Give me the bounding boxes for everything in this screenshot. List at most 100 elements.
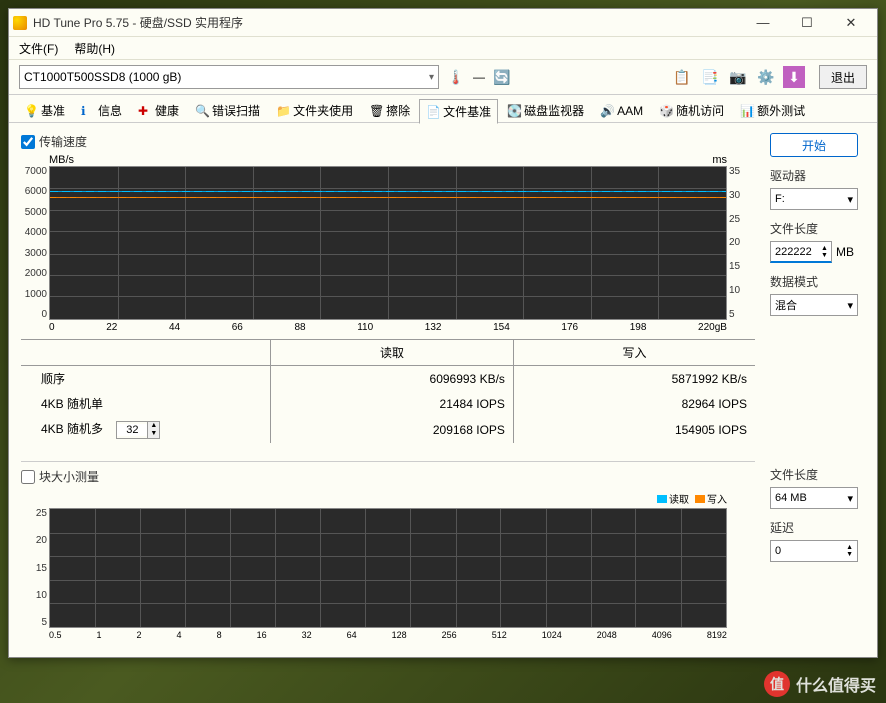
search-icon: 🔍 <box>195 104 209 118</box>
tab-health[interactable]: ✚健康 <box>131 98 186 123</box>
delay-spinner[interactable]: ▲▼ <box>770 540 858 562</box>
tab-info[interactable]: ℹ信息 <box>74 98 129 123</box>
folder-icon: 📁 <box>276 104 290 118</box>
queue-depth-input[interactable] <box>117 424 147 436</box>
col-read: 读取 <box>271 340 514 366</box>
delay-input[interactable] <box>775 545 835 557</box>
drive-selected: CT1000T500SSD8 (1000 gB) <box>24 70 181 84</box>
chart2-xaxis: 0.512481632641282565121024204840968192 <box>21 628 755 640</box>
main-toolbar: CT1000T500SSD8 (1000 gB) ▾ 🌡️ — 🔄 📋 📑 📷 … <box>9 59 877 95</box>
content-area: 传输速度 MB/s ms 700060005000400030002000100… <box>9 123 877 650</box>
minimize-button[interactable]: — <box>741 9 785 37</box>
queue-depth-spinner[interactable]: ▲▼ <box>116 421 160 439</box>
titlebar[interactable]: HD Tune Pro 5.75 - 硬盘/SSD 实用程序 — ☐ ✕ <box>9 9 877 37</box>
transfer-speed-label: 传输速度 <box>39 133 87 150</box>
spin-down-icon[interactable]: ▼ <box>846 551 853 558</box>
pattern-combo[interactable]: 混合▾ <box>770 294 858 316</box>
start-button[interactable]: 开始 <box>770 133 858 157</box>
chart2-legend: 读取 写入 <box>21 489 755 508</box>
transfer-speed-checkbox[interactable] <box>21 135 35 149</box>
chart1-read-line <box>50 191 726 192</box>
results-table: 读取写入 顺序6096993 KB/s5871992 KB/s 4KB 随机单2… <box>21 339 755 443</box>
tab-diskmon[interactable]: 💽磁盘监视器 <box>500 98 591 123</box>
main-column: 传输速度 MB/s ms 700060005000400030002000100… <box>21 133 755 640</box>
copy-icon[interactable]: 📋 <box>671 66 693 88</box>
delay-label: 延迟 <box>770 519 865 536</box>
pattern-label: 数据模式 <box>770 273 865 290</box>
settings-icon[interactable]: ⚙️ <box>755 66 777 88</box>
drives-label: 驱动器 <box>770 167 865 184</box>
bulb-icon: 💡 <box>24 104 38 118</box>
tab-benchmark[interactable]: 💡基准 <box>17 98 72 123</box>
random-icon: 🎲 <box>659 104 673 118</box>
drive-letter-combo[interactable]: F:▾ <box>770 188 858 210</box>
tab-erase[interactable]: 🗑擦除 <box>362 98 417 123</box>
watermark-text: 什么值得买 <box>796 672 876 696</box>
chart1-yaxis-right: 3530252015105 <box>727 166 755 320</box>
filelen2-combo[interactable]: 64 MB▾ <box>770 487 858 509</box>
window-title: HD Tune Pro 5.75 - 硬盘/SSD 实用程序 <box>33 14 741 31</box>
spin-down-icon[interactable]: ▼ <box>147 430 159 438</box>
chart1-write-line <box>50 197 726 198</box>
watermark-badge: 值 <box>764 671 790 697</box>
tab-extra[interactable]: 📊额外测试 <box>733 98 812 123</box>
filelen-spinner[interactable]: ▲▼ <box>770 241 832 263</box>
erase-icon: 🗑 <box>369 104 383 118</box>
tab-random[interactable]: 🎲随机访问 <box>652 98 731 123</box>
side-column: 开始 驱动器 F:▾ 文件长度 ▲▼ MB 数据模式 混合▾ 文件长度 64 M… <box>770 133 865 640</box>
blocksize-checkbox[interactable] <box>21 470 35 484</box>
tab-folder[interactable]: 📁文件夹使用 <box>269 98 360 123</box>
spin-up-icon[interactable]: ▲ <box>846 544 853 551</box>
col-write: 写入 <box>513 340 755 366</box>
filelen-input[interactable] <box>775 246 821 258</box>
legend-write-swatch <box>695 495 705 503</box>
temp-dash: — <box>473 70 485 84</box>
file-icon: 📄 <box>426 105 440 119</box>
app-window: HD Tune Pro 5.75 - 硬盘/SSD 实用程序 — ☐ ✕ 文件(… <box>8 8 878 658</box>
blocksize-chart <box>49 508 727 628</box>
save-icon[interactable]: ⬇ <box>783 66 805 88</box>
chevron-down-icon: ▾ <box>429 72 434 83</box>
filelen-unit: MB <box>836 245 854 259</box>
filelen2-label: 文件长度 <box>770 466 865 483</box>
legend-read-swatch <box>657 495 667 503</box>
extra-icon: 📊 <box>740 104 754 118</box>
transfer-speed-chart <box>49 166 727 320</box>
maximize-button[interactable]: ☐ <box>785 9 829 37</box>
temperature-icon[interactable]: 🌡️ <box>445 66 467 88</box>
chart2-wrap: 252015105 <box>21 508 755 628</box>
screenshot-icon[interactable]: 📷 <box>727 66 749 88</box>
menu-file[interactable]: 文件(F) <box>15 38 62 59</box>
chart1-ylabel-left: MB/s <box>49 154 74 166</box>
watermark: 值 什么值得买 <box>764 671 876 697</box>
disk-icon: 💽 <box>507 104 521 118</box>
tab-bar: 💡基准 ℹ信息 ✚健康 🔍错误扫描 📁文件夹使用 🗑擦除 📄文件基准 💽磁盘监视… <box>9 95 877 123</box>
refresh-icon[interactable]: 🔄 <box>491 66 513 88</box>
chart1-ylabel-right: ms <box>712 154 727 166</box>
tab-aam[interactable]: 🔊AAM <box>593 100 650 122</box>
health-icon: ✚ <box>138 104 152 118</box>
chart1-wrap: 70006000500040003000200010000 3530252015… <box>21 166 755 320</box>
blocksize-label: 块大小测量 <box>39 468 99 485</box>
tab-filebench[interactable]: 📄文件基准 <box>419 99 498 124</box>
chevron-down-icon: ▾ <box>847 193 853 206</box>
app-icon <box>13 16 27 30</box>
spin-up-icon[interactable]: ▲ <box>147 422 159 430</box>
chevron-down-icon: ▾ <box>847 492 853 505</box>
copy-all-icon[interactable]: 📑 <box>699 66 721 88</box>
table-row: 4KB 随机单21484 IOPS82964 IOPS <box>21 391 755 416</box>
menubar: 文件(F) 帮助(H) <box>9 37 877 59</box>
spin-down-icon[interactable]: ▼ <box>821 252 828 259</box>
chart1-yaxis-left: 70006000500040003000200010000 <box>21 166 49 320</box>
table-row: 顺序6096993 KB/s5871992 KB/s <box>21 366 755 392</box>
speaker-icon: 🔊 <box>600 104 614 118</box>
chart1-xaxis: 022446688110132154176198220gB <box>21 320 755 333</box>
table-row: 4KB 随机多 ▲▼ 209168 IOPS154905 IOPS <box>21 416 755 443</box>
close-button[interactable]: ✕ <box>829 9 873 37</box>
drive-selector[interactable]: CT1000T500SSD8 (1000 gB) ▾ <box>19 65 439 89</box>
tab-errorscan[interactable]: 🔍错误扫描 <box>188 98 267 123</box>
info-icon: ℹ <box>81 104 95 118</box>
exit-button[interactable]: 退出 <box>819 65 867 89</box>
spin-up-icon[interactable]: ▲ <box>821 245 828 252</box>
menu-help[interactable]: 帮助(H) <box>70 38 119 59</box>
